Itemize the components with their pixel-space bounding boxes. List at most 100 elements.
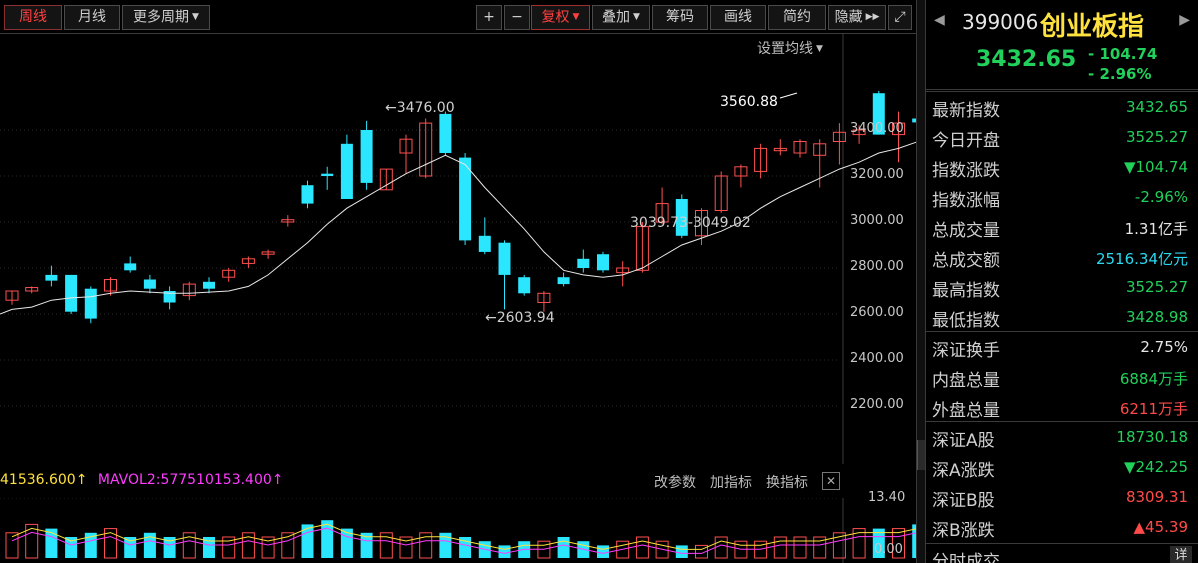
volume-bar-down <box>675 545 688 558</box>
quote-group-market: 深证A股 18730.18 深A涨跌 ▼242.25 深证B股 8309.31 深B涨跌 ▲4… <box>926 421 1198 541</box>
tab-monthly[interactable]: 月线 <box>64 5 120 30</box>
change-indicator-button[interactable]: 换指标 <box>766 472 808 492</box>
price-axis-label: 2800.00 <box>850 259 904 274</box>
quote-row: 最低指数 3428.98 <box>926 302 1198 332</box>
quote-row-value: 18730.18 <box>1116 428 1188 446</box>
simple-mode-button[interactable]: 简约 <box>768 5 826 30</box>
volume-chart[interactable] <box>0 498 916 563</box>
fullscreen-button[interactable]: ⤢ <box>888 5 912 30</box>
volume-bar-up <box>635 536 649 559</box>
price-axis-label: 2600.00 <box>850 305 904 320</box>
candle-body-down <box>124 263 137 271</box>
candle-body-down <box>340 143 353 199</box>
vol-legend-value: 41536.600 <box>0 472 76 488</box>
quote-group-volume: 深证换手 2.75% 内盘总量 6884万手外盘总量 6211万手 <box>926 331 1198 421</box>
tick-trades-title: 分时成交 <box>932 552 1000 563</box>
draw-line-button[interactable]: 画线 <box>710 5 766 30</box>
candlestick-chart[interactable]: ←3476.00 ←2603.94 3039.73-3049.02 3560.88 <box>0 34 916 464</box>
current-price: 3432.65 <box>976 47 1077 72</box>
vol-axis-bottom: 0.00 <box>874 542 903 557</box>
price-change-pct: - 2.96% <box>1088 65 1152 83</box>
quote-row: 深证换手 2.75% <box>926 332 1198 362</box>
volume-bar-down <box>597 545 609 558</box>
candle-body-down <box>518 277 531 294</box>
quote-row-label: 最低指数 <box>932 311 1000 331</box>
candle-body-down <box>478 235 491 252</box>
price-change: - 104.74 <box>1088 45 1158 63</box>
details-button[interactable]: 详 <box>1170 546 1192 563</box>
chevron-down-icon: ▼ <box>572 12 580 22</box>
add-indicator-button[interactable]: 加指标 <box>710 472 752 492</box>
close-icon[interactable]: ✕ <box>822 472 840 490</box>
volume-bar-down <box>301 524 314 558</box>
candle-body-down <box>65 274 78 312</box>
quote-row-label: 最高指数 <box>932 281 1000 301</box>
chevron-down-icon: ▼ <box>192 12 199 22</box>
quote-row: 内盘总量 6884万手 <box>926 362 1198 392</box>
quote-row-label: 深证A股 <box>932 431 995 451</box>
quote-row: 指数涨幅 -2.96% <box>926 182 1198 212</box>
quote-row-value: ▲45.39 <box>1133 518 1188 536</box>
quote-row-value: 3428.98 <box>1125 308 1188 326</box>
price-axis-label: 3200.00 <box>850 167 904 182</box>
prev-stock-icon[interactable]: ◀ <box>934 12 945 28</box>
vol-axis-top: 13.40 <box>868 490 906 505</box>
price-axis-label: 3000.00 <box>850 213 904 228</box>
candle-body-down <box>597 254 609 271</box>
volume-bar-down <box>498 545 511 558</box>
fuquan-dropdown[interactable]: 复权 ▼ <box>531 5 590 30</box>
quote-panel: ◀ 399006 创业板指 ▶ 3432.65 - 104.74 - 2.96%… <box>926 0 1198 563</box>
quote-row: 深证B股 8309.31 <box>926 482 1198 512</box>
quote-row-label: 总成交额 <box>932 251 1000 271</box>
candle-body-down <box>203 281 215 289</box>
candle-body-down <box>143 279 156 289</box>
hide-button[interactable]: 隐藏 ▶▶ <box>828 5 886 30</box>
quote-row-value: ▼104.74 <box>1123 158 1188 176</box>
overlay-dropdown[interactable]: 叠加 ▼ <box>592 5 650 30</box>
stock-name: 创业板指 <box>1040 12 1145 42</box>
stock-chart-app: 周线 月线 更多周期 ▼ + − 复权 ▼ 叠加 ▼ 筹码 画线 简约 隐藏 ▶▶ ⤢ … <box>0 0 1198 563</box>
chart-toolbar: 周线 月线 更多周期 ▼ + − 复权 ▼ 叠加 ▼ 筹码 画线 简约 隐藏 ▶▶ ⤢ <box>0 0 916 34</box>
candle-body-down <box>439 113 452 153</box>
quote-row-label: 外盘总量 <box>932 401 1000 421</box>
quote-group-index: 最新指数 3432.65 今日开盘 3525.27 指数涨跌 ▼104.74 指数涨幅 -2.… <box>926 91 1198 331</box>
next-stock-icon[interactable]: ▶ <box>1179 12 1190 28</box>
zoom-in-button[interactable]: + <box>476 5 502 30</box>
quote-row: 外盘总量 6211万手 <box>926 392 1198 422</box>
volume-bar-up <box>714 536 728 559</box>
price-axis-label: 2400.00 <box>850 351 904 366</box>
collapse-handle[interactable] <box>917 440 925 470</box>
quote-row-label: 指数涨幅 <box>932 191 1000 211</box>
volume-bar-up <box>773 536 787 559</box>
quote-row-label: 深证B股 <box>932 491 995 511</box>
quote-row-label: 总成交量 <box>932 221 1000 241</box>
overlay-label: 叠加 <box>602 9 631 26</box>
panel-divider[interactable] <box>916 0 926 563</box>
quote-row: 今日开盘 3525.27 <box>926 122 1198 152</box>
candle-body-down <box>321 173 334 176</box>
volume-bar-up <box>793 536 807 559</box>
quote-row-value: -2.96% <box>1134 188 1188 206</box>
hide-label: 隐藏 <box>834 9 863 26</box>
more-periods-dropdown[interactable]: 更多周期 ▼ <box>122 5 210 30</box>
change-params-button[interactable]: 改参数 <box>654 472 696 492</box>
quote-row-value: 2.75% <box>1140 338 1188 356</box>
chips-button[interactable]: 筹码 <box>652 5 708 30</box>
price-axis-label: 3400.00 <box>850 121 904 136</box>
fullscreen-icon: ⤢ <box>894 9 906 25</box>
zoom-out-button[interactable]: − <box>504 5 530 30</box>
candle-body-down <box>577 258 590 268</box>
tab-weekly[interactable]: 周线 <box>4 5 62 30</box>
stock-code: 399006 <box>962 10 1039 34</box>
volume-legend: 41536.600↑ MAVOL2:577510153.400↑ <box>0 472 284 488</box>
quote-row: 最新指数 3432.65 <box>926 92 1198 122</box>
quote-row-label: 内盘总量 <box>932 371 1000 391</box>
recent-high-pointer <box>779 92 798 99</box>
more-periods-label: 更多周期 <box>133 9 190 26</box>
mavol2-legend: MAVOL2:577510153.400 <box>97 472 272 488</box>
quote-header: ◀ 399006 创业板指 ▶ 3432.65 - 104.74 - 2.96% <box>926 0 1198 90</box>
quote-row-label: 深证换手 <box>932 341 1000 361</box>
up-arrow-icon: ↑ <box>75 472 88 488</box>
quote-row-label: 指数涨跌 <box>932 161 1000 181</box>
quote-row-value: 6884万手 <box>1119 370 1188 388</box>
